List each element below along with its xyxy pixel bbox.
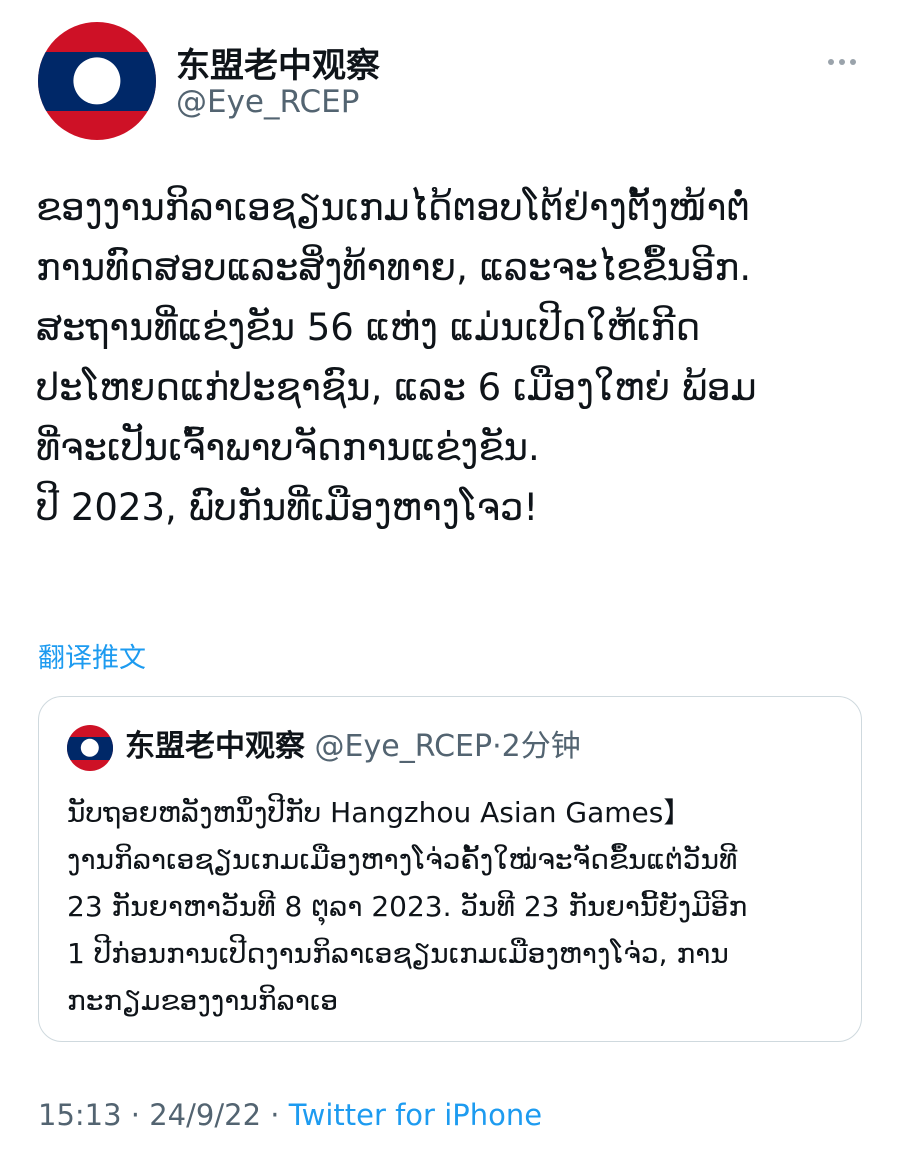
quoted-text-line: ນັບຖອຍຫລັງຫນຶ່ງປີກັບ Hangzhou Asian Game… [67,796,692,829]
quoted-separator: · [492,729,502,764]
quoted-text-line: ງານກິລາເອຊຽນເກມເມືອງຫາງໂຈ່ວຄັ້ງໃໝ່ຈະຈັດຂ… [67,843,738,876]
quoted-timestamp: 2分钟 [501,729,581,764]
quoted-text-line: 1 ປີກ່ອນການເປີດງານກິລາເອຊຽນເກມເມືອງຫາງໂຈ… [67,937,729,970]
tweet-text-line: ສະຖານທີ່ແຂ່ງຂັນ 56 ແຫ່ງ ແມ່ນເປີດໃຫ້ເກີດ [36,306,701,349]
author-display-name[interactable]: 东盟老中观察 [176,38,380,87]
avatar[interactable] [38,22,156,140]
quoted-tweet[interactable]: 东盟老中观察 @Eye_RCEP·2分钟 ນັບຖອຍຫລັງຫນຶ່ງປີກັ… [38,696,862,1042]
meta-separator: · [261,1098,289,1132]
tweet-text-line: ທີ່ຈະເປັນເຈົ້າພາບຈັດການແຂ່ງຂັນ. [36,426,540,469]
tweet-text-line: ປີ 2023, ພົບກັນທີ່ເມືອງຫາງໂຈວ! [36,486,539,529]
tweet-source-link[interactable]: Twitter for iPhone [289,1098,542,1132]
author-handle[interactable]: @Eye_RCEP [176,84,359,120]
quoted-avatar [67,725,113,771]
tweet-time[interactable]: 15:13 [38,1098,122,1132]
more-options-button[interactable] [818,48,866,76]
quoted-text-line: 23 ກັນຍາຫາວັນທີ 8 ຕຸລາ 2023. ວັນທີ 23 ກັ… [67,890,748,923]
tweet-text-line: ຂອງງານກິລາເອຊຽນເກມໄດ້ຕອບໂຕ້ຢ່າງຕັ້ງໜ້າຕໍ… [36,186,751,229]
more-horizontal-icon [850,59,856,65]
quoted-header: 东盟老中观察 @Eye_RCEP·2分钟 [125,727,581,767]
quoted-author-name: 东盟老中观察 [125,729,305,764]
quoted-author-handle: @Eye_RCEP [314,729,493,764]
quoted-text-line: ກະກຽມຂອງງານກິລາເອ [67,984,339,1017]
tweet-date[interactable]: 24/9/22 [149,1098,261,1132]
more-horizontal-icon [839,59,845,65]
laos-flag-white-disc [73,57,121,105]
tweet-detail: 东盟老中观察 @Eye_RCEP ຂອງງານກິລາເອຊຽນເກມໄດ້ຕອ… [0,0,900,1172]
meta-separator: · [121,1098,150,1132]
more-horizontal-icon [828,59,834,65]
tweet-meta: 15:13 · 24/9/22 · Twitter for iPhone [38,1098,542,1132]
tweet-text: ຂອງງານກິລາເອຊຽນເກມໄດ້ຕອບໂຕ້ຢ່າງຕັ້ງໜ້າຕໍ… [36,178,866,538]
translate-tweet-link[interactable]: 翻译推文 [38,636,146,675]
quoted-text: ນັບຖອຍຫລັງຫນຶ່ງປີກັບ Hangzhou Asian Game… [67,789,837,1024]
tweet-text-line: ປະໂຫຍດແກ່ປະຊາຊົນ, ແລະ 6 ເມືອງໃຫຍ່ ພ້ອມ [36,366,757,409]
tweet-text-line: ການທົດສອບແລະສິ່ງທ້າທາຍ, ແລະຈະໄຂຂຶ້ນອີກ. [36,246,752,289]
